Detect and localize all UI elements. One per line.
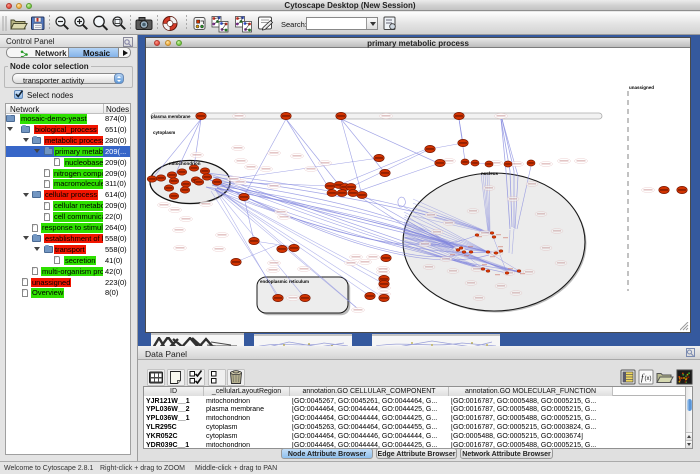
svg-text:unassigned: unassigned: [629, 85, 654, 90]
svg-text:(x): (x): [645, 376, 652, 382]
svg-text:mitochondrion: mitochondrion: [169, 161, 201, 166]
svg-text:cytoplasm: cytoplasm: [153, 130, 175, 135]
svg-text:endoplasmic reticulum: endoplasmic reticulum: [260, 279, 309, 284]
svg-text:nucleus: nucleus: [481, 171, 499, 176]
svg-text:plasma membrane: plasma membrane: [151, 114, 191, 119]
